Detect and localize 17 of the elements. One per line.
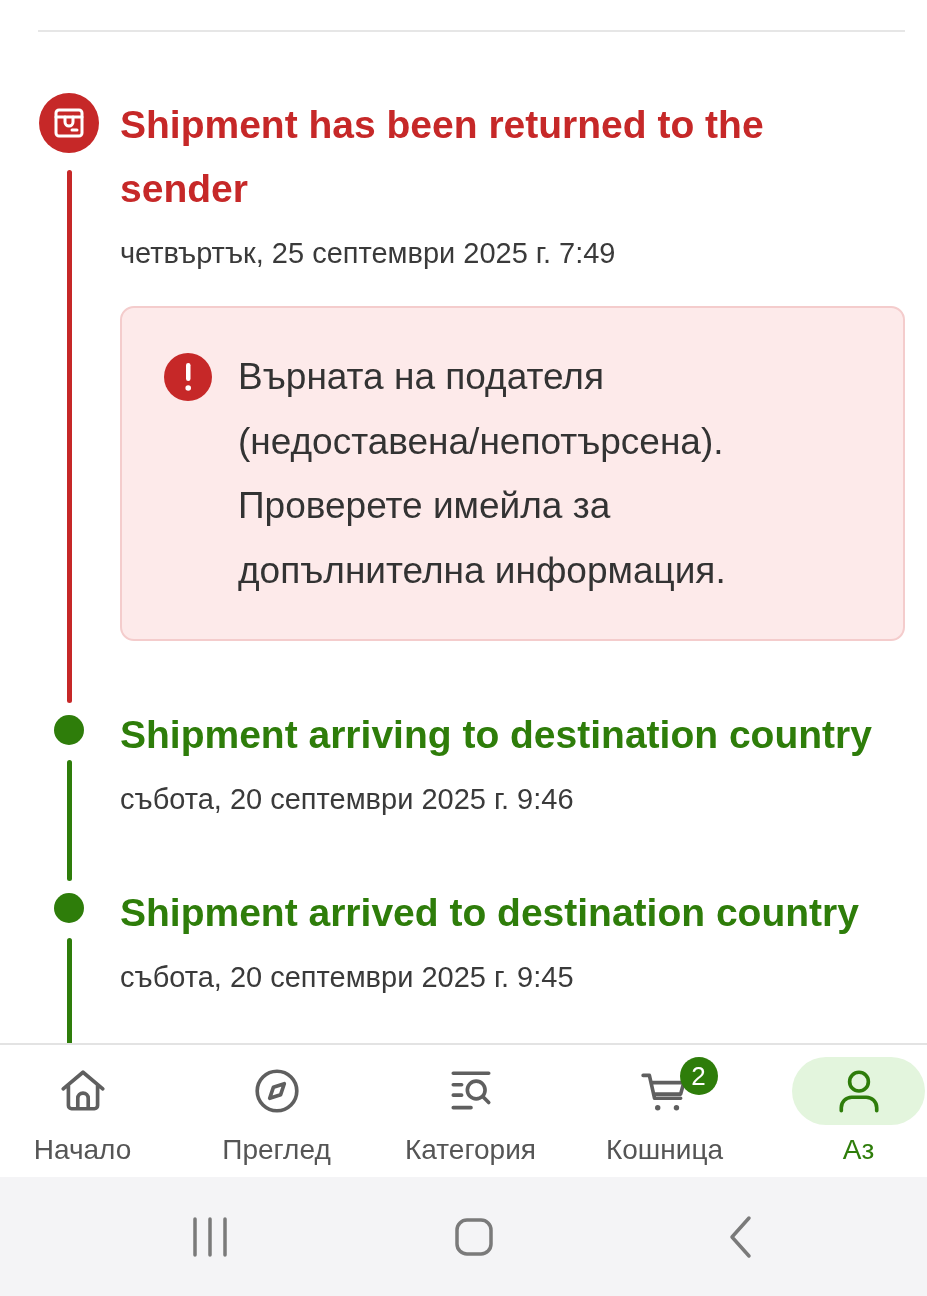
event-title: Shipment has been returned to the sender: [120, 102, 765, 212]
exclamation-icon: [164, 353, 212, 401]
nav-tab[interactable]: Аз: [792, 1057, 925, 1167]
nav-tab[interactable]: Категория: [404, 1057, 537, 1167]
alert-message: Върната на подателя (недоставена/непотърсена). Проверете имейла за допълнителна информация.: [238, 355, 727, 593]
three-lines-icon[interactable]: [192, 1216, 228, 1257]
event-date: събота, 20 септември 2025 г. 9:46: [120, 782, 575, 817]
event-date: четвъртък, 25 септември 2025 г. 7:49: [120, 236, 617, 271]
event-title: Shipment arriving to destination country: [120, 712, 873, 758]
count-badge: 2: [679, 1057, 718, 1095]
square-icon[interactable]: [455, 1217, 493, 1256]
event-title: Shipment arrived to destination country: [120, 890, 860, 936]
event-date: събота, 20 септември 2025 г. 9:45: [120, 960, 575, 995]
back-icon[interactable]: [728, 1214, 752, 1259]
nav-tab[interactable]: Начало: [16, 1057, 149, 1167]
nav-tab[interactable]: Преглед: [210, 1057, 343, 1167]
nav-tab[interactable]: 2 Кошница: [598, 1057, 731, 1167]
